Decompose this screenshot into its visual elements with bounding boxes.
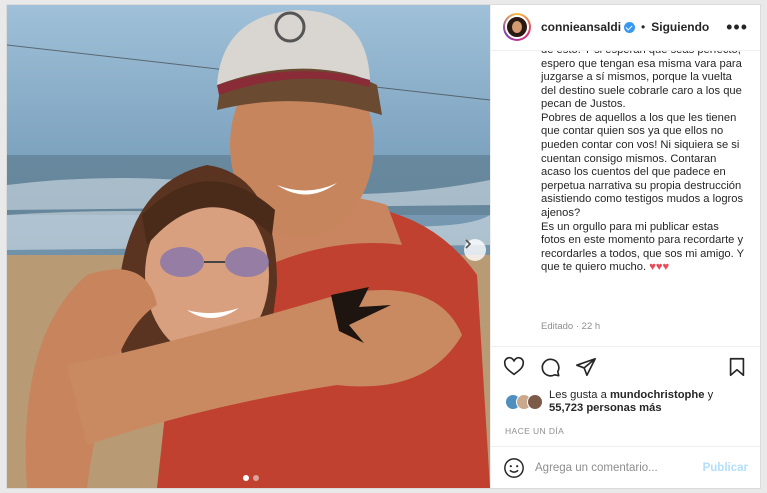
carousel-indicator <box>243 475 259 481</box>
likes-count-link[interactable]: 55,723 personas más <box>549 402 662 414</box>
likes-prefix: Les gusta a <box>549 389 607 402</box>
carousel-dot-2 <box>253 475 259 481</box>
heart-emojis: ♥♥♥ <box>649 261 670 274</box>
liker-username-link[interactable]: mundochristophe <box>610 389 704 401</box>
username-link[interactable]: connieansaldi <box>541 20 621 34</box>
photo-illustration <box>7 5 490 488</box>
comment-input[interactable] <box>535 461 695 474</box>
likes-summary: Les gusta a mundochristophe y 55,723 per… <box>491 386 760 418</box>
publish-button[interactable]: Publicar <box>703 462 748 474</box>
post-sidebar: connieansaldi • Siguiendo ••• de esto. Y… <box>490 5 760 488</box>
likes-conjunction: y <box>707 389 714 402</box>
action-bar <box>491 346 760 386</box>
post-header: connieansaldi • Siguiendo ••• <box>491 5 760 51</box>
save-bookmark-icon[interactable] <box>726 356 748 378</box>
emoji-smile-icon[interactable] <box>503 457 525 479</box>
edited-timestamp: Editado · 22 h <box>541 320 601 332</box>
verified-badge-icon <box>624 21 636 33</box>
liker-avatars <box>505 394 543 411</box>
instagram-post: connieansaldi • Siguiendo ••• de esto. Y… <box>6 4 761 489</box>
more-options-icon[interactable]: ••• <box>726 18 748 36</box>
caption-area: de esto. Y si esperan que seas perfecto,… <box>491 51 760 346</box>
comment-icon[interactable] <box>539 356 561 378</box>
post-photo[interactable] <box>7 5 490 488</box>
avatar[interactable] <box>503 13 531 42</box>
post-time[interactable]: HACE UN DÍA <box>491 418 760 446</box>
share-icon[interactable] <box>575 356 597 378</box>
following-button[interactable]: Siguiendo <box>651 20 709 34</box>
caption-body: de esto. Y si esperan que seas perfecto,… <box>541 51 746 275</box>
separator-dot: • <box>641 20 646 35</box>
caption-text: de esto. Y si esperan que seas perfecto,… <box>541 51 744 274</box>
likes-text: Les gusta a mundochristophe y 55,723 per… <box>549 389 713 415</box>
carousel-dot-1 <box>243 475 249 481</box>
carousel-next-button[interactable] <box>464 239 486 261</box>
like-heart-icon[interactable] <box>503 356 525 378</box>
chevron-right-icon <box>465 239 472 249</box>
comment-bar: Publicar <box>491 446 760 488</box>
